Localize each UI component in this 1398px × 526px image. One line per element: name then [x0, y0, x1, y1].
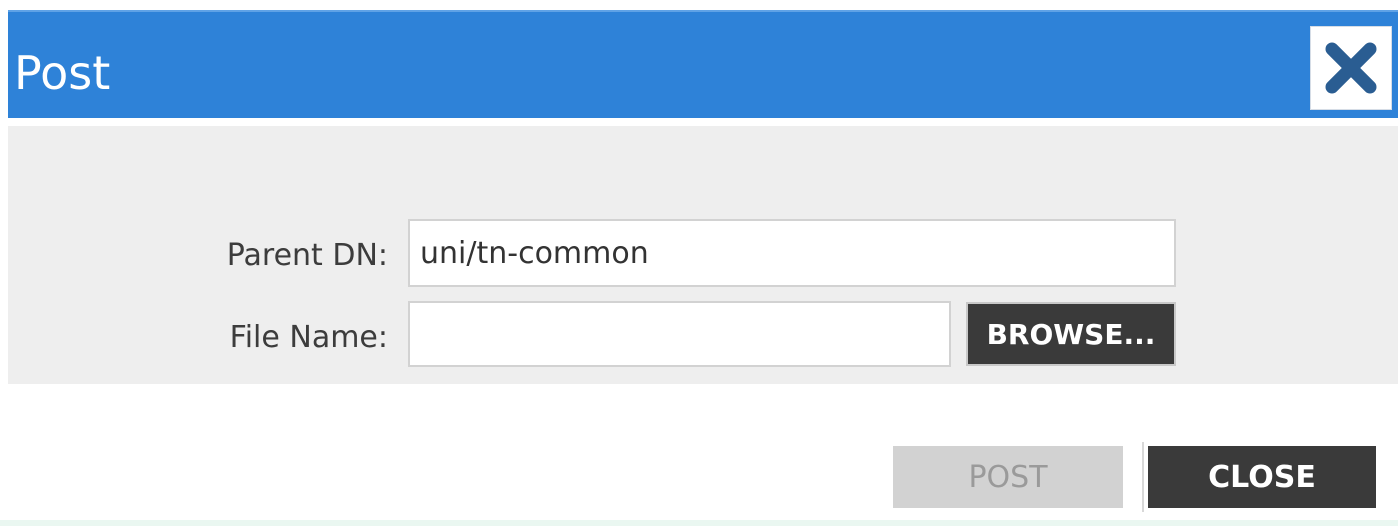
close-x-icon — [1325, 42, 1377, 94]
browse-button[interactable]: BROWSE... — [966, 302, 1176, 366]
dialog-title-bar: Post — [8, 10, 1398, 118]
file-name-input[interactable] — [408, 301, 951, 367]
dialog-bottom-edge — [0, 520, 1398, 526]
dialog-title: Post — [14, 46, 111, 100]
file-name-label: File Name: — [229, 320, 388, 355]
post-button[interactable]: POST — [893, 446, 1123, 508]
close-button[interactable]: CLOSE — [1148, 446, 1376, 508]
form-area: Parent DN: File Name: BROWSE... — [8, 126, 1398, 384]
close-dialog-button[interactable] — [1310, 26, 1392, 110]
post-dialog: Post Parent DN: File Name: BROWSE... POS… — [0, 0, 1398, 526]
button-divider — [1142, 442, 1144, 512]
parent-dn-input[interactable] — [408, 219, 1176, 287]
parent-dn-label: Parent DN: — [226, 238, 388, 273]
